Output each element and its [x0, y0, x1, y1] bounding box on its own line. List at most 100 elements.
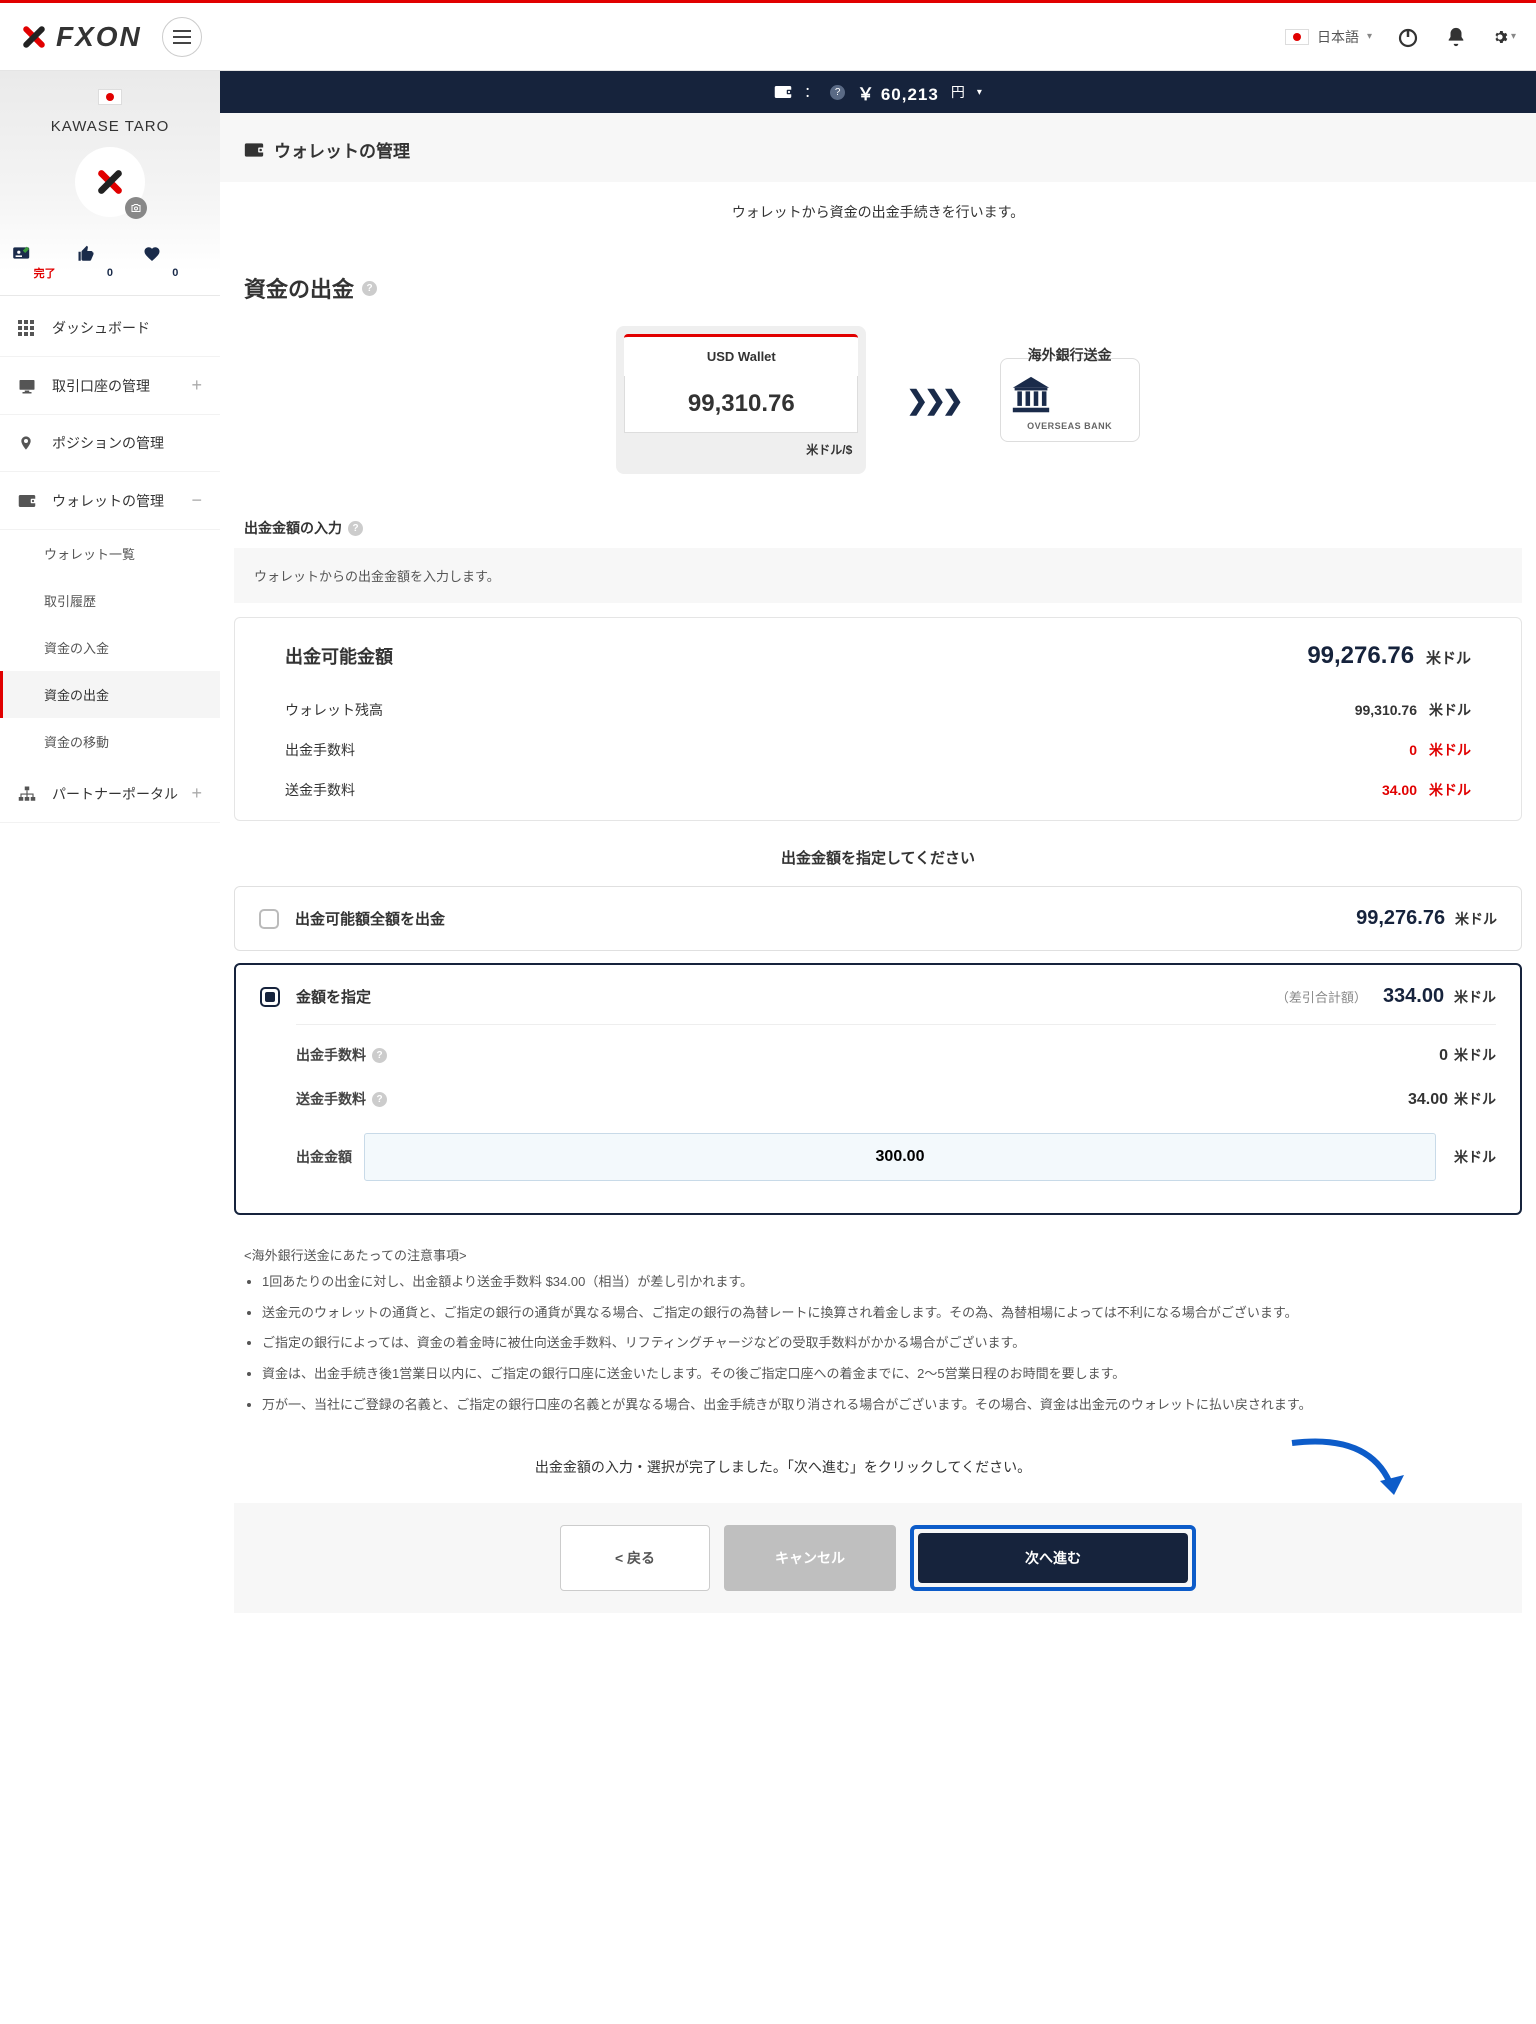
- power-icon: [1396, 25, 1420, 49]
- row-value: 99,310.76: [1355, 702, 1417, 718]
- sidebar-sub-wallet-list[interactable]: ウォレット一覧: [0, 530, 220, 577]
- nav-label: 取引口座の管理: [52, 376, 150, 396]
- row-currency: 米ドル: [1427, 740, 1471, 760]
- detail-amount-input-row: 出金金額 米ドル: [296, 1121, 1496, 1193]
- chevron-down-icon: ▾: [1511, 31, 1516, 42]
- balance-bar: ： ? ￥ 60,213 円 ▾: [220, 71, 1536, 113]
- option-label: 金額を指定: [296, 986, 1260, 1007]
- settings-button[interactable]: ▾: [1492, 25, 1516, 49]
- logo-x-icon: [20, 23, 48, 51]
- option-label: 出金可能額全額を出金: [295, 908, 1340, 929]
- amount-prompt: 出金金額を指定してください: [234, 837, 1522, 886]
- bank-icon: [1009, 375, 1131, 415]
- option-subtext: （差引合計額）: [1276, 987, 1367, 1006]
- brand-logo[interactable]: FXON: [20, 21, 142, 53]
- header-left: FXON: [20, 17, 202, 57]
- user-avatar[interactable]: [75, 147, 145, 217]
- sidebar-sub-deposit[interactable]: 資金の入金: [0, 624, 220, 671]
- user-flag-icon: [98, 89, 122, 105]
- input-title: 出金金額の入力 ?: [234, 504, 1522, 548]
- flag-jp-icon: [1285, 29, 1309, 45]
- stat-done-label: 完了: [12, 265, 77, 281]
- language-label: 日本語: [1317, 27, 1359, 47]
- detail-transfer-fee: 送金手数料? 34.00米ドル: [296, 1077, 1496, 1121]
- section-title-text: 資金の出金: [244, 272, 354, 304]
- stat-done[interactable]: 完了: [12, 245, 77, 281]
- withdrawal-amount-input[interactable]: [364, 1133, 1436, 1181]
- stat-likes[interactable]: 0: [77, 245, 142, 281]
- next-button-highlight: 次へ進む: [910, 1525, 1196, 1591]
- row-label: 送金手数料: [285, 780, 355, 800]
- summary-row-transfer-fee: 送金手数料 34.00米ドル: [235, 770, 1521, 820]
- camera-badge-icon[interactable]: [125, 197, 147, 219]
- option-currency: 米ドル: [1455, 911, 1497, 927]
- bank-title: 海外銀行送金: [1028, 345, 1112, 365]
- sidebar-item-dashboard[interactable]: ダッシュボード: [0, 300, 220, 357]
- sidebar-sub-history[interactable]: 取引履歴: [0, 577, 220, 624]
- cancel-button[interactable]: キャンセル: [724, 1525, 896, 1591]
- sidebar-sub-transfer[interactable]: 資金の移動: [0, 718, 220, 765]
- nav-label: パートナーポータル: [52, 784, 178, 804]
- pin-icon: [18, 434, 40, 452]
- summary-row-balance: ウォレット残高 99,310.76米ドル: [235, 690, 1521, 730]
- next-button[interactable]: 次へ進む: [918, 1533, 1188, 1583]
- input-title-text: 出金金額の入力: [244, 518, 342, 538]
- stat-hearts[interactable]: 0: [143, 245, 208, 281]
- option-details: 出金手数料? 0 米ドル 送金手数料? 34.00米ドル 出金金額 米ドル: [296, 1024, 1496, 1193]
- main-content: ： ? ￥ 60,213 円 ▾ ウォレットの管理 ウォレットから資金の出金手続…: [220, 71, 1536, 1653]
- transfer-visual: USD Wallet 99,310.76 米ドル/$ ❯❯❯ 海外銀行送金 OV…: [234, 310, 1522, 504]
- detail-withdraw-fee: 出金手数料? 0 米ドル: [296, 1033, 1496, 1077]
- row-currency: 米ドル: [1427, 700, 1471, 720]
- radio-checked-icon[interactable]: [260, 987, 280, 1007]
- notifications-button[interactable]: [1444, 25, 1468, 49]
- heart-icon: [143, 245, 208, 263]
- note-item: 送金元のウォレットの通貨と、ご指定の銀行の通貨が異なる場合、ご指定の銀行の為替レ…: [262, 1301, 1512, 1326]
- help-icon[interactable]: ?: [372, 1048, 387, 1063]
- user-name: KAWASE TARO: [0, 118, 220, 135]
- sidebar-item-accounts[interactable]: 取引口座の管理 +: [0, 357, 220, 415]
- plus-icon: +: [191, 783, 202, 804]
- menu-toggle-button[interactable]: [162, 17, 202, 57]
- detail-currency: 米ドル: [1454, 1047, 1496, 1063]
- option-specify-amount[interactable]: 金額を指定 （差引合計額） 334.00 米ドル 出金手数料? 0 米ドル 送金手…: [234, 963, 1522, 1215]
- sidebar-sub-withdraw[interactable]: 資金の出金: [0, 671, 220, 718]
- detail-label: 出金手数料: [296, 1045, 366, 1065]
- notes-title: <海外銀行送金にあたっての注意事項>: [234, 1227, 1522, 1270]
- gear-icon: [1492, 26, 1508, 48]
- wallet-name: USD Wallet: [624, 334, 858, 376]
- detail-label: 送金手数料: [296, 1089, 366, 1109]
- language-selector[interactable]: 日本語 ▾: [1285, 27, 1372, 47]
- plus-icon: +: [191, 375, 202, 396]
- help-icon[interactable]: ?: [372, 1092, 387, 1107]
- available-value: 99,276.76: [1307, 642, 1414, 669]
- id-card-icon: [12, 245, 77, 261]
- summary-row-withdraw-fee: 出金手数料 0米ドル: [235, 730, 1521, 770]
- page-title-row: ウォレットの管理: [220, 113, 1536, 182]
- sidebar-item-wallet[interactable]: ウォレットの管理 −: [0, 472, 220, 530]
- help-icon[interactable]: ?: [830, 85, 845, 100]
- section-title: 資金の出金 ?: [234, 256, 1522, 310]
- detail-value: 0: [1439, 1047, 1448, 1064]
- option-full-amount[interactable]: 出金可能額全額を出金 99,276.76 米ドル: [234, 886, 1522, 951]
- colon: ：: [804, 82, 818, 102]
- option-value: 99,276.76: [1356, 907, 1445, 929]
- page-description: ウォレットから資金の出金手続きを行います。: [234, 182, 1522, 242]
- chevron-down-icon[interactable]: ▾: [977, 87, 982, 98]
- radio-unchecked-icon[interactable]: [259, 909, 279, 929]
- note-item: 資金は、出金手続き後1営業日以内に、ご指定の銀行口座に送金いたします。その後ご指…: [262, 1362, 1512, 1387]
- detail-value: 34.00: [1408, 1091, 1448, 1108]
- power-button[interactable]: [1396, 25, 1420, 49]
- sidebar-item-positions[interactable]: ポジションの管理: [0, 415, 220, 472]
- note-item: ご指定の銀行によっては、資金の着金時に被仕向送金手数料、リフティングチャージなど…: [262, 1331, 1512, 1356]
- wallet-icon: [244, 142, 264, 158]
- row-value: 0: [1409, 742, 1417, 758]
- chevron-down-icon: ▾: [1367, 31, 1372, 42]
- stat-hearts-value: 0: [143, 267, 208, 279]
- help-icon[interactable]: ?: [362, 281, 377, 296]
- help-icon[interactable]: ?: [348, 521, 363, 536]
- back-button[interactable]: < 戻る: [560, 1525, 710, 1591]
- avatar-logo-icon: [95, 167, 126, 198]
- sidebar-item-partner[interactable]: パートナーポータル +: [0, 765, 220, 823]
- option-value: 334.00: [1383, 985, 1444, 1007]
- note-item: 万が一、当社にご登録の名義と、ご指定の銀行口座の名義とが異なる場合、出金手続きが…: [262, 1393, 1512, 1418]
